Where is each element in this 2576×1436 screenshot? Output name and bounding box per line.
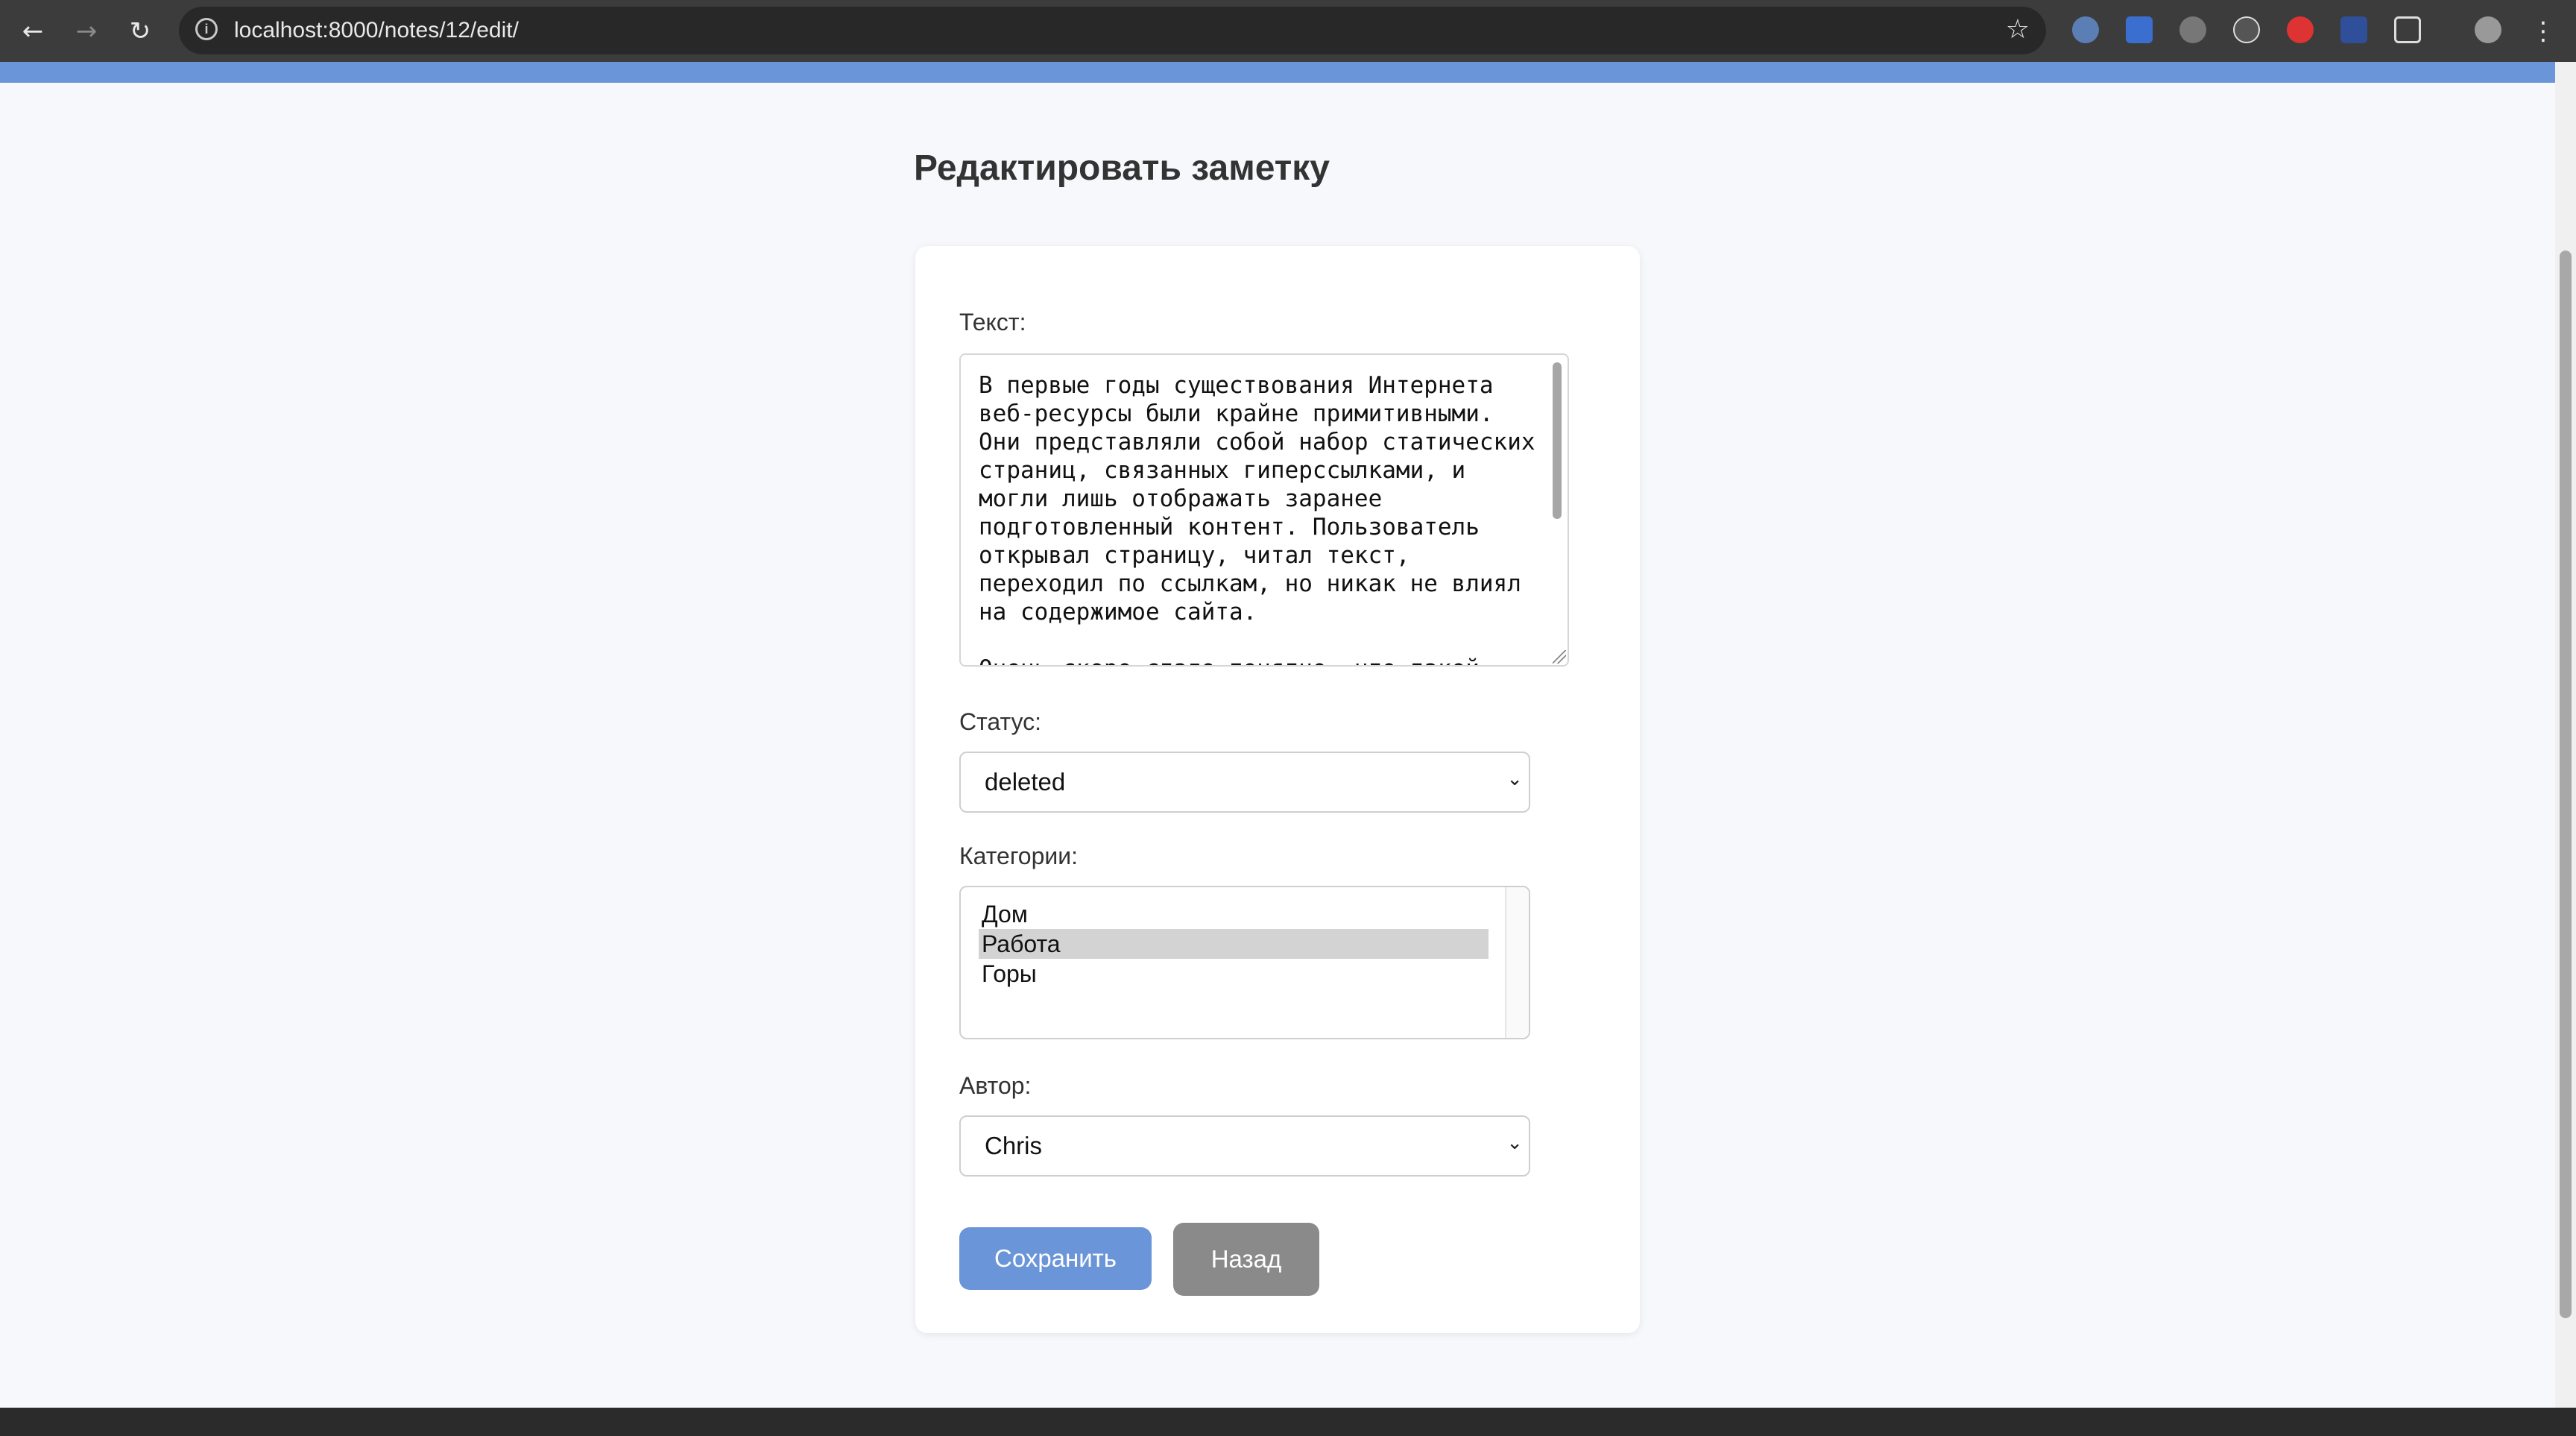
reload-icon[interactable]: ↻ [122, 13, 158, 49]
page-scrollbar-thumb[interactable] [2560, 251, 2572, 1318]
author-select[interactable]: Chris ⌄ [959, 1115, 1530, 1177]
text-textarea-value[interactable]: В первые годы существования Интернета ве… [979, 371, 1538, 665]
bookmark-star-icon[interactable]: ☆ [2006, 14, 2030, 45]
resize-handle-icon[interactable] [1553, 650, 1566, 664]
browser-menu-icon[interactable]: ⋮ [2525, 13, 2561, 49]
categories-label: Категории: [959, 843, 1079, 869]
status-label: Статус: [959, 708, 1042, 735]
category-option-selected[interactable]: Работа [979, 929, 1489, 959]
author-select-value: Chris [985, 1132, 1043, 1159]
chevron-down-icon: ⌄ [1506, 1132, 1523, 1154]
chevron-down-icon: ⌄ [1506, 768, 1523, 790]
status-select-value: deleted [985, 768, 1066, 796]
author-label: Автор: [959, 1072, 1032, 1099]
text-label: Текст: [959, 309, 1026, 336]
back-button[interactable]: Назад [1173, 1223, 1319, 1296]
textarea-scrollbar[interactable] [1553, 362, 1562, 519]
browser-toolbar: ← → ↻ i localhost:8000/notes/12/edit/ ☆ … [0, 0, 2576, 62]
category-option[interactable]: Горы [979, 959, 1489, 989]
translate-extension-icon[interactable] [2126, 16, 2153, 43]
avatar[interactable] [2475, 16, 2501, 43]
site-info-icon[interactable]: i [195, 18, 218, 40]
header-accent-strip [0, 62, 2555, 83]
back-icon[interactable]: ← [15, 13, 51, 49]
save-button[interactable]: Сохранить [959, 1227, 1152, 1290]
extension-icon[interactable] [2233, 16, 2260, 43]
footer-bar [0, 1408, 2576, 1436]
camera-extension-icon[interactable] [2179, 16, 2206, 43]
address-bar[interactable]: i localhost:8000/notes/12/edit/ ☆ [179, 7, 2046, 54]
puzzle-extensions-icon[interactable] [2394, 16, 2421, 43]
forward-icon[interactable]: → [69, 13, 104, 49]
category-option[interactable]: Дом [979, 899, 1489, 929]
edit-note-form: Текст: В первые годы существования Интер… [915, 246, 1640, 1333]
page-title: Редактировать заметку [914, 148, 1330, 188]
extension-icon[interactable] [2072, 16, 2099, 43]
listbox-scrollbar[interactable] [1505, 887, 1529, 1038]
text-textarea[interactable]: В первые годы существования Интернета ве… [959, 353, 1569, 667]
extension-icon[interactable] [2287, 16, 2314, 43]
categories-listbox[interactable]: Дом Работа Горы [959, 886, 1530, 1039]
status-select[interactable]: deleted ⌄ [959, 752, 1530, 813]
checkmark-extension-icon[interactable] [2340, 16, 2367, 43]
url-text[interactable]: localhost:8000/notes/12/edit/ [234, 17, 519, 44]
